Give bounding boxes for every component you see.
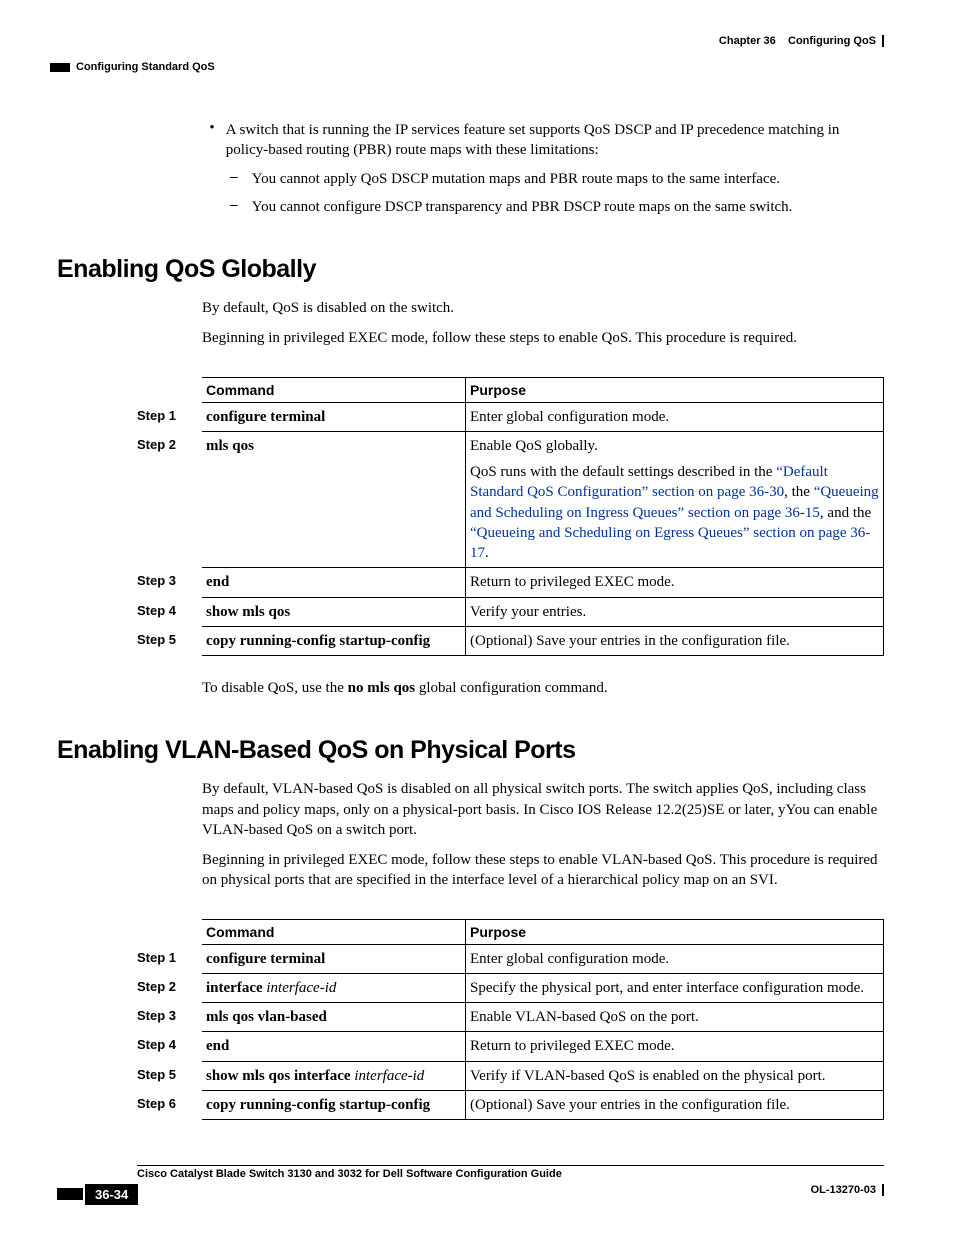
step-label: Step 2	[137, 978, 176, 996]
purpose-text: (Optional) Save your entries in the conf…	[466, 626, 884, 655]
table-header-row: Command Purpose	[202, 377, 884, 402]
page-content: • A switch that is running the IP servic…	[57, 120, 884, 1142]
table-row: Step 3mls qos vlan-based Enable VLAN-bas…	[202, 1003, 884, 1032]
command-arg: interface-id	[354, 1068, 424, 1084]
h1-para2: Beginning in privileged EXEC mode, follo…	[202, 328, 884, 348]
heading-vlan-qos: Enabling VLAN-Based QoS on Physical Port…	[57, 736, 884, 765]
table-row: Step 6copy running-config startup-config…	[202, 1090, 884, 1119]
dash-icon: –	[230, 197, 248, 214]
command-text: interface	[206, 980, 266, 996]
chapter-title: Configuring QoS	[788, 35, 876, 47]
command-text: show mls qos	[206, 604, 290, 620]
step-label: Step 5	[137, 1066, 176, 1084]
command-text: configure terminal	[206, 409, 325, 425]
purpose-text: Return to privileged EXEC mode.	[466, 1032, 884, 1061]
step-label: Step 6	[137, 1095, 176, 1113]
table-row: Step 4end Return to privileged EXEC mode…	[202, 1032, 884, 1061]
command-text: end	[206, 574, 229, 590]
footer-marker-icon	[57, 1188, 83, 1200]
table-header-row: Command Purpose	[202, 919, 884, 944]
step-label: Step 3	[137, 572, 176, 590]
th-purpose: Purpose	[466, 377, 884, 402]
table-row: Step 1configure terminal Enter global co…	[202, 402, 884, 431]
dash-icon: –	[230, 169, 248, 186]
command-text: copy running-config startup-config	[206, 633, 430, 649]
h2-para1: By default, VLAN-based QoS is disabled o…	[202, 779, 884, 840]
command-text: mls qos	[206, 438, 254, 454]
purpose-text: Enable QoS globally.	[470, 436, 879, 456]
command-text: configure terminal	[206, 951, 325, 967]
purpose-text: Enter global configuration mode.	[466, 402, 884, 431]
command-arg: interface-id	[266, 980, 336, 996]
section-title: Configuring Standard QoS	[76, 61, 215, 73]
purpose-text: Verify if VLAN-based QoS is enabled on t…	[466, 1061, 884, 1090]
table-enable-qos: Command Purpose Step 1configure terminal…	[202, 377, 884, 657]
command-text: show mls qos interface	[206, 1068, 354, 1084]
table-row: Step 4show mls qos Verify your entries.	[202, 597, 884, 626]
page-footer: Cisco Catalyst Blade Switch 3130 and 303…	[57, 1165, 884, 1205]
step-label: Step 4	[137, 602, 176, 620]
page-number: 36-34	[85, 1184, 138, 1205]
footer-guide-title: Cisco Catalyst Blade Switch 3130 and 303…	[137, 1168, 884, 1180]
sub-bullet-2: You cannot configure DSCP transparency a…	[252, 197, 881, 217]
step-label: Step 4	[137, 1036, 176, 1054]
table-row: Step 2mls qos Enable QoS globally. QoS r…	[202, 431, 884, 568]
h1-para1: By default, QoS is disabled on the switc…	[202, 298, 884, 318]
h2-para2: Beginning in privileged EXEC mode, follo…	[202, 850, 884, 891]
bullet-icon: •	[202, 120, 222, 137]
command-text: end	[206, 1038, 229, 1054]
table-row: Step 5show mls qos interface interface-i…	[202, 1061, 884, 1090]
table-vlan-qos: Command Purpose Step 1configure terminal…	[202, 919, 884, 1121]
step-label: Step 2	[137, 436, 176, 454]
purpose-text: Return to privileged EXEC mode.	[466, 568, 884, 597]
intro-bullet: A switch that is running the IP services…	[226, 120, 883, 161]
step-label: Step 5	[137, 631, 176, 649]
step-label: Step 1	[137, 407, 176, 425]
sub-bullet-1: You cannot apply QoS DSCP mutation maps …	[252, 169, 881, 189]
xref-link[interactable]: “Queueing and Scheduling on Egress Queue…	[470, 525, 870, 561]
table-row: Step 3end Return to privileged EXEC mode…	[202, 568, 884, 597]
command-text: mls qos vlan-based	[206, 1009, 327, 1025]
th-purpose: Purpose	[466, 919, 884, 944]
purpose-text: Enable VLAN-based QoS on the port.	[466, 1003, 884, 1032]
command-text: copy running-config startup-config	[206, 1097, 430, 1113]
header-marker-icon	[50, 63, 70, 72]
th-command: Command	[202, 377, 466, 402]
step-label: Step 1	[137, 949, 176, 967]
purpose-text: Specify the physical port, and enter int…	[466, 973, 884, 1002]
purpose-text: Enter global configuration mode.	[466, 944, 884, 973]
doc-number: OL-13270-03	[811, 1184, 884, 1196]
th-command: Command	[202, 919, 466, 944]
step-label: Step 3	[137, 1007, 176, 1025]
purpose-text: Verify your entries.	[466, 597, 884, 626]
page-header: Chapter 36 Configuring QoS Configuring S…	[50, 35, 884, 73]
table-row: Step 2interface interface-id Specify the…	[202, 973, 884, 1002]
chapter-label: Chapter 36	[719, 35, 776, 47]
table-row: Step 1configure terminal Enter global co…	[202, 944, 884, 973]
disable-note: To disable QoS, use the no mls qos globa…	[202, 678, 884, 698]
purpose-text: (Optional) Save your entries in the conf…	[466, 1090, 884, 1119]
purpose-cell: Enable QoS globally. QoS runs with the d…	[466, 431, 884, 568]
heading-enabling-qos: Enabling QoS Globally	[57, 255, 884, 284]
table-row: Step 5copy running-config startup-config…	[202, 626, 884, 655]
